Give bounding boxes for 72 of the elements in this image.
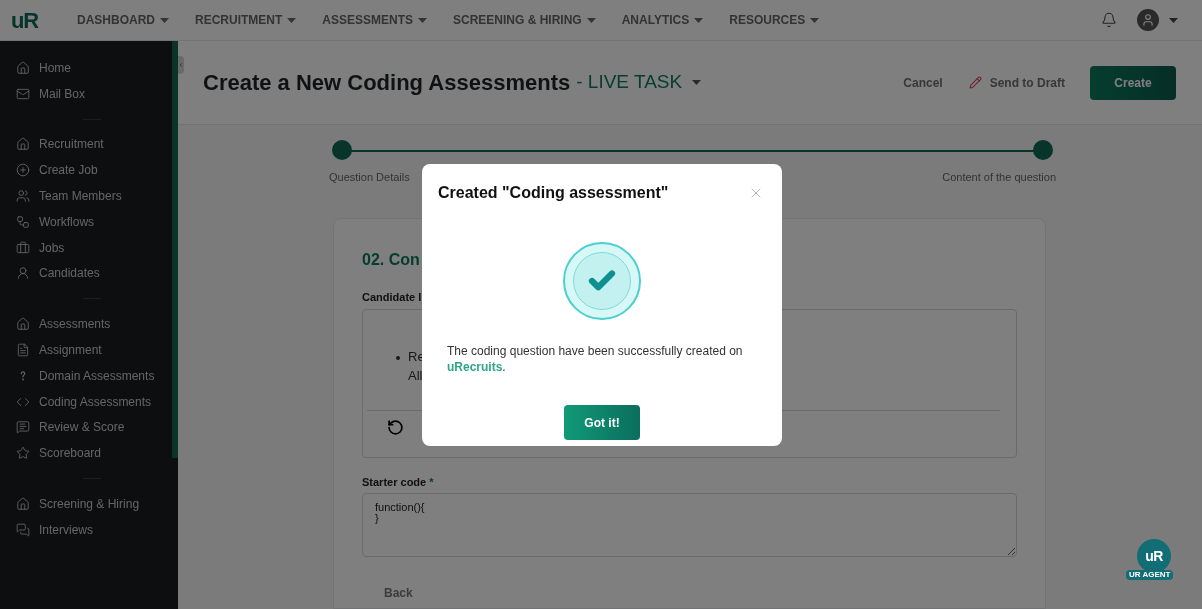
sidebar-item-icon xyxy=(16,214,30,229)
sidebar-item-icon xyxy=(16,137,30,152)
bullet-icon xyxy=(396,355,400,360)
sidebar-item[interactable]: Mail Box xyxy=(16,80,172,107)
sidebar-item-icon xyxy=(16,189,30,204)
sidebar-item[interactable]: Screening & Hiring xyxy=(16,491,172,517)
field-label: Candidate I xyxy=(362,290,423,305)
sidebar-item-icon xyxy=(16,317,30,332)
success-message: The coding question have been successfully created on uRecruits. xyxy=(447,343,744,375)
nav-menu[interactable]: SCREENING & HIRING xyxy=(453,11,596,29)
agent-logo: uR xyxy=(1145,549,1163,563)
step-label: Content of the question xyxy=(942,170,1056,185)
sidebar-item-icon xyxy=(16,522,30,537)
caret-icon xyxy=(1169,17,1178,23)
sidebar-item[interactable]: Home xyxy=(16,55,172,81)
section-title: 02. Con xyxy=(362,250,421,270)
sidebar-item[interactable]: Recruitment xyxy=(16,131,172,158)
notification-bell-icon[interactable] xyxy=(1101,12,1117,28)
caret-icon xyxy=(810,17,820,23)
sidebar-item-icon xyxy=(16,86,30,101)
sidebar-item[interactable]: Assignment xyxy=(16,337,172,363)
cancel-button[interactable]: Cancel xyxy=(903,73,943,92)
sidebar-item-icon xyxy=(16,420,30,435)
user-icon xyxy=(1141,13,1155,27)
caret-icon xyxy=(287,17,297,23)
caret-icon xyxy=(418,17,427,23)
sidebar-item-icon xyxy=(16,266,30,281)
page-title: Create a New Coding Assessments xyxy=(203,69,571,97)
step-label: Question Details xyxy=(329,170,410,185)
agent-button[interactable]: uR xyxy=(1137,539,1171,573)
dialog-title: Created "Coding assessment" xyxy=(438,183,669,203)
got-it-button[interactable]: Got it! xyxy=(564,405,640,440)
sidebar-item[interactable]: Assessments xyxy=(16,311,172,338)
editor-text: All xyxy=(408,367,423,386)
pencil-icon xyxy=(968,76,982,89)
sidebar-item[interactable]: Interviews xyxy=(16,516,172,543)
back-button[interactable]: Back xyxy=(384,584,413,602)
caret-icon xyxy=(586,17,596,23)
collapse-button[interactable] xyxy=(178,56,184,74)
field-label: Starter code * xyxy=(362,474,435,490)
caret-icon xyxy=(160,17,169,23)
sidebar-item-icon xyxy=(16,240,30,255)
sidebar-item[interactable]: Scoreboard xyxy=(16,440,172,467)
avatar[interactable] xyxy=(1137,9,1159,31)
caret-icon xyxy=(692,80,702,85)
sidebar-item-icon xyxy=(16,163,30,178)
sidebar-item[interactable]: Review & Score xyxy=(16,414,172,441)
agent-caption: UR AGENT xyxy=(1126,570,1174,580)
sidebar-item[interactable]: Jobs xyxy=(16,234,172,261)
caret-icon xyxy=(694,17,704,23)
sidebar-item-icon xyxy=(16,446,30,461)
starter-code-field[interactable]: function(){ } xyxy=(362,493,1017,557)
sidebar-item[interactable]: Domain Assessments xyxy=(16,362,172,389)
sidebar-item[interactable]: Team Members xyxy=(16,183,172,209)
create-button[interactable]: Create xyxy=(1090,65,1176,100)
chevron-left-icon xyxy=(178,62,184,68)
sidebar-item[interactable]: Workflows xyxy=(16,209,172,235)
undo-icon xyxy=(386,419,404,436)
sidebar-item-icon xyxy=(16,60,30,75)
nav-menu[interactable]: RESOURCES xyxy=(729,11,820,29)
nav-menu[interactable]: ASSESSMENTS xyxy=(322,11,427,29)
sidebar-item-icon xyxy=(16,497,30,512)
sidebar-item-icon xyxy=(16,343,30,358)
sidebar-item[interactable]: Coding Assessments xyxy=(16,388,172,415)
logo[interactable]: uR xyxy=(11,3,61,37)
nav-menu[interactable]: ANALYTICS xyxy=(621,11,704,29)
task-type-dropdown[interactable]: - LIVE TASK xyxy=(576,68,702,97)
sidebar-item[interactable]: Create Job xyxy=(16,157,172,184)
nav-menu[interactable]: RECRUITMENT xyxy=(195,11,297,29)
send-to-draft-button[interactable]: Send to Draft xyxy=(968,73,1065,92)
nav-menu[interactable]: DASHBOARD xyxy=(77,11,169,29)
sidebar-item[interactable]: Candidates xyxy=(16,260,172,287)
